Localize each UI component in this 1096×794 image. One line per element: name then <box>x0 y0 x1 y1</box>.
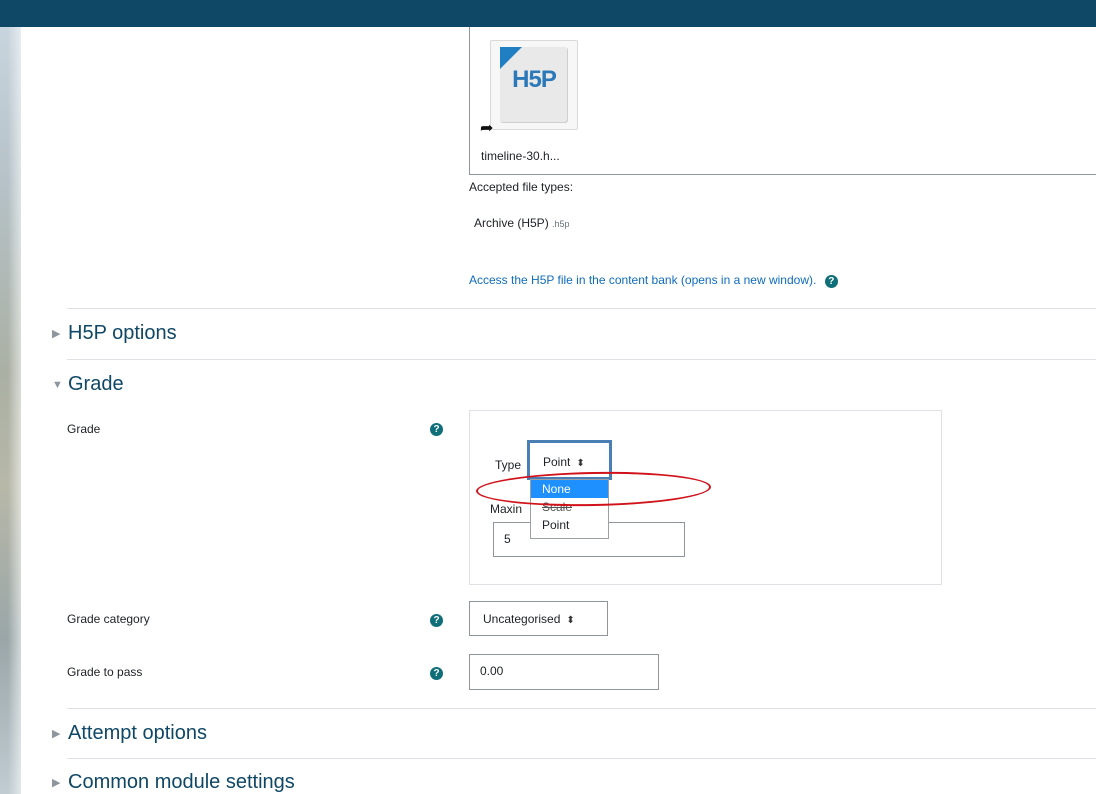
dropdown-option-point[interactable]: Point <box>531 516 608 534</box>
top-navbar <box>0 0 1096 27</box>
divider <box>67 758 1096 759</box>
grade-to-pass-label: Grade to pass <box>67 665 143 679</box>
accepted-type-ext: .h5p <box>552 219 570 229</box>
grade-category-help-icon[interactable]: ? <box>430 614 443 627</box>
divider <box>67 708 1096 709</box>
section-attempt-options[interactable]: ▶ Attempt options <box>52 722 207 745</box>
section-title: Attempt options <box>68 722 207 744</box>
help-icon[interactable]: ? <box>824 275 838 288</box>
file-name[interactable]: timeline-30.h... <box>481 149 560 163</box>
accepted-file-type: Archive (H5P) .h5p <box>474 216 570 230</box>
divider <box>67 359 1096 360</box>
accepted-file-types-label: Accepted file types: <box>469 180 574 194</box>
type-label: Type <box>495 458 522 472</box>
section-grade[interactable]: ▼ Grade <box>52 373 124 396</box>
section-h5p-options[interactable]: ▶ H5P options <box>52 322 177 345</box>
accepted-type-name: Archive (H5P) <box>474 216 549 230</box>
alias-arrow-icon: ➦ <box>480 120 494 137</box>
h5p-logo-text: H5P <box>512 66 557 93</box>
grade-category-label: Grade category <box>67 612 150 626</box>
grade-to-pass-help-icon[interactable]: ? <box>430 667 443 680</box>
grade-help-icon[interactable]: ? <box>430 423 443 436</box>
select-caret-icon: ⬍ <box>576 458 585 469</box>
section-title: Grade <box>68 373 124 395</box>
expanded-triangle-icon: ▼ <box>52 378 63 391</box>
collapsed-triangle-icon: ▶ <box>52 777 61 790</box>
divider <box>67 308 1096 309</box>
select-caret-icon: ⬍ <box>566 615 575 626</box>
section-title: Common module settings <box>68 771 295 793</box>
collapsed-triangle-icon: ▶ <box>52 328 61 341</box>
content-bank-link[interactable]: Access the H5P file in the content bank … <box>469 273 816 287</box>
collapsed-triangle-icon: ▶ <box>52 728 61 741</box>
max-grade-label: Maxin <box>490 502 523 516</box>
grade-category-value: Uncategorised <box>483 612 561 626</box>
grade-label: Grade <box>67 422 101 436</box>
grade-to-pass-input[interactable]: 0.00 <box>469 654 659 690</box>
content-bank-row: Access the H5P file in the content bank … <box>469 271 838 289</box>
section-title: H5P options <box>68 322 177 344</box>
left-background-strip <box>0 27 21 794</box>
grade-category-select[interactable]: Uncategorised ⬍ <box>469 601 608 636</box>
grade-type-value: Point <box>543 455 571 469</box>
section-common-module-settings[interactable]: ▶ Common module settings <box>52 771 295 794</box>
